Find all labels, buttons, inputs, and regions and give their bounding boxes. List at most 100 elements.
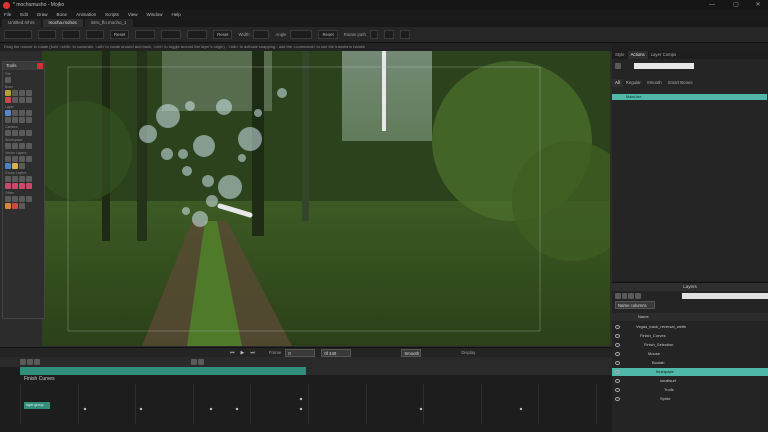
layer-row[interactable]: Finish_Selection xyxy=(612,341,768,349)
noise-icon[interactable] xyxy=(19,183,25,189)
filter-regular[interactable]: Regular xyxy=(623,79,644,87)
layer-row[interactable]: smallsurf xyxy=(612,377,768,385)
copy-key-icon[interactable] xyxy=(27,359,33,365)
paste-key-icon[interactable] xyxy=(34,359,40,365)
layer-row[interactable]: Innerpace xyxy=(612,368,768,376)
script-icon[interactable] xyxy=(19,203,25,209)
visibility-eye-icon[interactable] xyxy=(615,334,620,338)
add-point-icon[interactable] xyxy=(5,156,11,162)
visibility-eye-icon[interactable] xyxy=(615,361,620,365)
set-origin-icon[interactable] xyxy=(12,110,18,116)
doc-tab-active[interactable]: mocha.mohos xyxy=(42,19,83,27)
reparent-icon[interactable] xyxy=(12,97,18,103)
loop-icon[interactable] xyxy=(198,359,204,365)
flip-field[interactable] xyxy=(187,30,208,39)
group-select-icon[interactable] xyxy=(5,176,11,182)
selected-action-row[interactable]: MainLine xyxy=(612,94,767,100)
tab-actions[interactable]: Actions xyxy=(627,51,648,59)
visibility-eye-icon[interactable] xyxy=(615,397,620,401)
text-icon[interactable] xyxy=(19,117,25,123)
hand-icon[interactable] xyxy=(26,196,32,202)
timeline[interactable] xyxy=(0,367,612,432)
scene-viewport[interactable] xyxy=(42,51,610,346)
menu-animation[interactable]: Animation xyxy=(76,12,96,17)
play-icon[interactable]: ▶ xyxy=(241,350,245,356)
new-icon[interactable] xyxy=(5,77,11,83)
layer-row[interactable]: Vegas_track_reversal_width xyxy=(612,323,768,331)
menu-file[interactable]: File xyxy=(4,12,11,17)
rotate-bone-icon[interactable] xyxy=(26,90,32,96)
select-points-icon[interactable] xyxy=(5,163,11,169)
frame-total[interactable]: 0f 240 xyxy=(321,348,352,357)
scale-y-field[interactable] xyxy=(161,30,182,39)
workspace-zoom-icon[interactable] xyxy=(12,143,18,149)
scale-bone-icon[interactable] xyxy=(19,90,25,96)
filter-smooth[interactable]: Smooth xyxy=(644,79,665,87)
camera-zoom-icon[interactable] xyxy=(12,130,18,136)
transform-layer-icon[interactable] xyxy=(5,110,11,116)
curvature-icon[interactable] xyxy=(12,156,18,162)
visibility-eye-icon[interactable] xyxy=(615,343,620,347)
reset-button-3[interactable]: Reset xyxy=(318,30,338,39)
visibility-eye-icon[interactable] xyxy=(615,379,620,383)
delete-layer-icon[interactable] xyxy=(628,293,635,299)
shear-icon[interactable] xyxy=(5,117,11,123)
x-field[interactable] xyxy=(38,30,56,39)
layer-settings-icon[interactable] xyxy=(635,293,641,299)
menu-draw[interactable]: Draw xyxy=(37,12,48,17)
new-layer-icon[interactable] xyxy=(615,293,621,299)
layer-row[interactable]: Trolls xyxy=(612,386,768,394)
duplicate-layer-icon[interactable] xyxy=(621,293,628,299)
close-icon[interactable] xyxy=(37,63,43,69)
y-field[interactable] xyxy=(62,30,80,39)
sketch-icon[interactable] xyxy=(19,196,25,202)
perspective-icon[interactable] xyxy=(26,183,32,189)
actions-filter-input[interactable] xyxy=(634,63,694,69)
menu-help[interactable]: Help xyxy=(172,12,181,17)
camera-track-icon[interactable] xyxy=(5,130,11,136)
onion-skin-icon[interactable] xyxy=(191,359,197,365)
menu-view[interactable]: View xyxy=(128,12,138,17)
grid-icon[interactable] xyxy=(399,30,410,39)
translate-bone-icon[interactable] xyxy=(12,90,18,96)
layer-scale-icon[interactable] xyxy=(26,110,32,116)
doc-tab[interactable]: Untitled.mhrs xyxy=(2,19,41,27)
workspace-rotate-icon[interactable] xyxy=(19,143,25,149)
tool-preset-select[interactable] xyxy=(4,30,32,39)
frame-input[interactable]: 0 xyxy=(285,348,316,357)
rotation-field[interactable] xyxy=(290,30,313,39)
play-range[interactable] xyxy=(20,367,306,375)
workspace-pan-icon[interactable] xyxy=(5,143,11,149)
warp-icon[interactable] xyxy=(5,183,11,189)
doc-tab[interactable]: intro_flo.mocho_1 xyxy=(84,19,133,27)
select-bone-icon[interactable] xyxy=(5,90,11,96)
orbit-icon[interactable] xyxy=(26,143,32,149)
columns-dropdown[interactable]: Name columns xyxy=(615,301,655,309)
visibility-eye-icon[interactable] xyxy=(615,325,620,329)
skip-end-icon[interactable]: ⏭ xyxy=(250,350,255,356)
visibility-eye-icon[interactable] xyxy=(615,388,620,392)
eyedropper-icon[interactable] xyxy=(5,196,11,202)
reset-button-2[interactable]: Reset xyxy=(213,30,233,39)
layers-search-input[interactable] xyxy=(681,293,768,299)
stroke-icon[interactable] xyxy=(26,156,32,162)
visibility-eye-icon[interactable] xyxy=(615,370,620,374)
layer-rotate-icon[interactable] xyxy=(19,110,25,116)
fill-icon[interactable] xyxy=(19,156,25,162)
paint-bucket-icon[interactable] xyxy=(12,163,18,169)
tab-layer-comps[interactable]: Layer Comps xyxy=(648,51,680,59)
layer-row[interactable]: Finish_Curves xyxy=(612,332,768,340)
group-hide-icon[interactable] xyxy=(19,176,25,182)
skip-start-icon[interactable]: ⏮ xyxy=(230,350,235,356)
camera-roll-icon[interactable] xyxy=(19,130,25,136)
rotate-path-checkbox[interactable] xyxy=(369,30,378,39)
record-icon[interactable] xyxy=(12,203,18,209)
flip-icon[interactable] xyxy=(12,117,18,123)
layer-row[interactable]: Mouse xyxy=(612,350,768,358)
maximize-button[interactable]: ▢ xyxy=(728,0,744,10)
quality-select[interactable]: Smooth xyxy=(401,348,422,357)
menu-bone[interactable]: Bone xyxy=(57,12,68,17)
z-field[interactable] xyxy=(86,30,104,39)
pen-icon[interactable] xyxy=(26,117,32,123)
add-bone-icon[interactable] xyxy=(5,97,11,103)
